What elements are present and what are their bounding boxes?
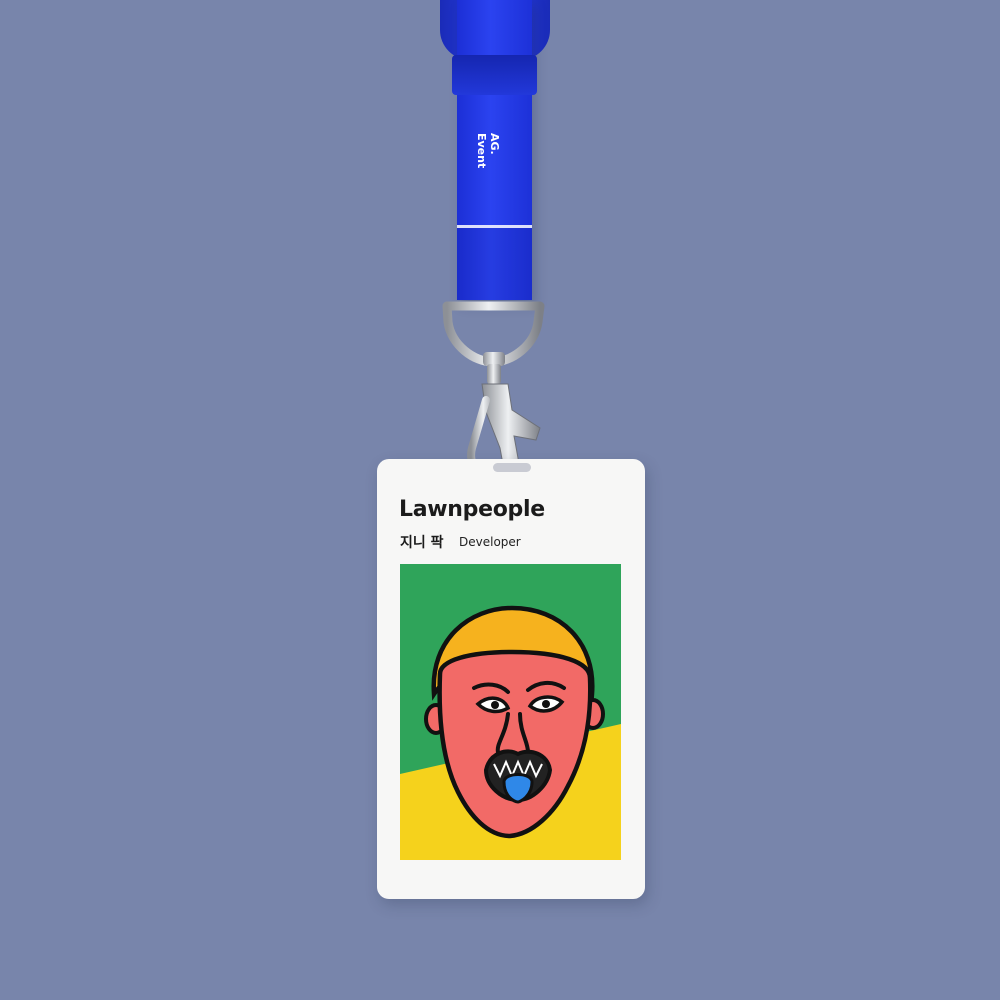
lanyard-label-line1: AG. <box>488 133 501 155</box>
badge-slot <box>493 463 531 472</box>
lanyard-buckle-lip <box>452 55 537 95</box>
badge-portrait <box>400 564 621 860</box>
badge-person-name: 지니 팍 <box>400 535 444 551</box>
lanyard-fold <box>457 228 532 300</box>
lanyard-label: AG. Event <box>475 133 501 193</box>
badge-scene: AG. Event Lawnpeople 지니 팍 Developer <box>0 0 1000 1000</box>
badge-person-role: Developer <box>459 535 521 549</box>
lanyard-label-line2: Event <box>475 133 488 169</box>
portrait-illustration-icon <box>400 564 621 860</box>
badge-company-name: Lawnpeople <box>399 497 545 522</box>
